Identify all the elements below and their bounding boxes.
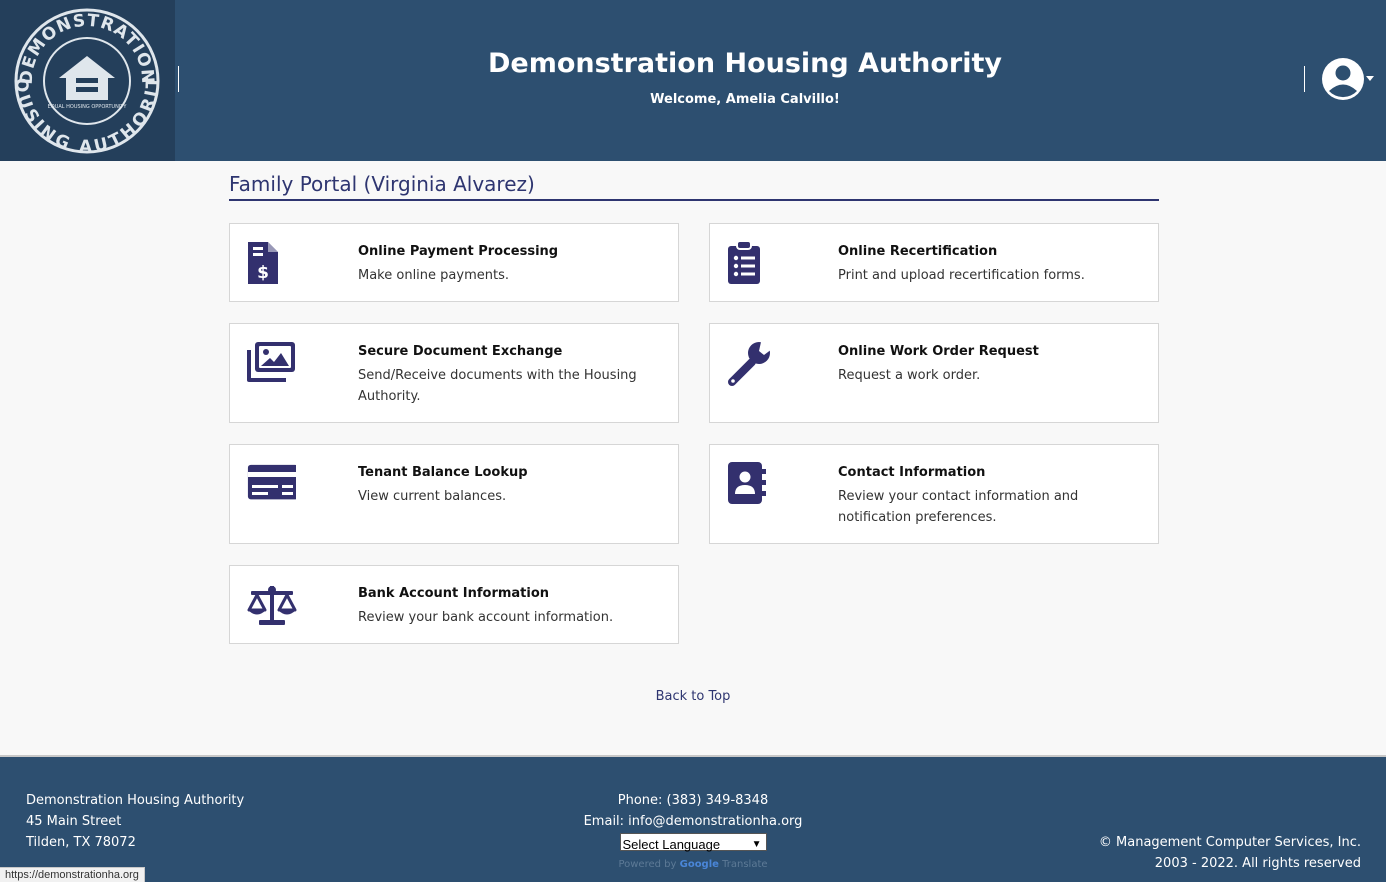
logo[interactable]: DEMONSTRATION HOUSING AUTHORITY EQUAL HO…	[0, 0, 175, 161]
svg-text:EQUAL HOUSING OPPORTUNITY: EQUAL HOUSING OPPORTUNITY	[48, 104, 128, 110]
rights-text: 2003 - 2022. All rights reserved	[1154, 856, 1361, 871]
footer-contact: Phone: (383) 349-8348 Email: info@demons…	[543, 790, 843, 872]
copyright-text: © Management Computer Services, Inc.	[1098, 835, 1361, 850]
clipboard-list-icon	[726, 240, 776, 286]
card-title: Online Work Order Request	[838, 344, 1039, 359]
footer-copyright: © Management Computer Services, Inc. 200…	[1099, 832, 1361, 874]
chevron-down-icon: ▼	[751, 839, 762, 850]
card-description: View current balances.	[358, 489, 507, 504]
card-description: Review your contact information and noti…	[838, 489, 1079, 525]
card-description: Print and upload recertification forms.	[838, 268, 1085, 283]
browser-status-url: https://demonstrationha.org	[0, 867, 145, 882]
card-description: Review your bank account information.	[358, 610, 614, 625]
translate-link[interactable]: Translate	[722, 859, 767, 870]
card-secure-document-exchange[interactable]: Secure Document Exchange Send/Receive do…	[229, 323, 679, 423]
footer-phone: Phone: (383) 349-8348	[617, 793, 769, 808]
card-title: Secure Document Exchange	[358, 344, 563, 359]
invoice-dollar-icon: $	[246, 240, 296, 286]
site-footer: Demonstration Housing Authority 45 Main …	[0, 757, 1386, 882]
page-title: Family Portal (Virginia Alvarez)	[229, 172, 535, 196]
card-contact-information[interactable]: Contact Information Review your contact …	[709, 444, 1159, 544]
card-bank-account-information[interactable]: Bank Account Information Review your ban…	[229, 565, 679, 644]
caret-down-icon	[1366, 76, 1374, 81]
site-header: DEMONSTRATION HOUSING AUTHORITY EQUAL HO…	[0, 0, 1386, 161]
card-description: Send/Receive documents with the Housing …	[358, 368, 637, 404]
card-description: Request a work order.	[838, 368, 981, 383]
address-book-icon	[726, 461, 776, 507]
credit-card-icon	[246, 461, 298, 507]
footer-org-name: Demonstration Housing Authority	[26, 793, 245, 808]
svg-text:$: $	[257, 263, 269, 283]
card-title: Contact Information	[838, 465, 986, 480]
card-online-payment[interactable]: $ Online Payment Processing Make online …	[229, 223, 679, 302]
card-title: Online Payment Processing	[358, 244, 559, 259]
header-divider-right	[1304, 66, 1305, 92]
site-title: Demonstration Housing Authority	[488, 48, 1002, 79]
title-underline	[229, 199, 1159, 201]
card-online-work-order[interactable]: Online Work Order Request Request a work…	[709, 323, 1159, 423]
card-title: Bank Account Information	[358, 586, 550, 601]
footer-city: Tilden, TX 78072	[26, 835, 136, 850]
powered-by-text: Powered by	[618, 859, 677, 870]
card-online-recertification[interactable]: Online Recertification Print and upload …	[709, 223, 1159, 302]
footer-email[interactable]: Email: info@demonstrationha.org	[543, 811, 843, 832]
wrench-icon	[726, 340, 776, 386]
header-divider-left	[178, 66, 179, 92]
language-select-value: Select Language	[622, 837, 721, 852]
google-translate-credit: Powered by Google Translate	[543, 858, 843, 872]
user-menu-button[interactable]	[1320, 56, 1380, 102]
welcome-message: Welcome, Amelia Calvillo!	[650, 92, 840, 107]
balance-scale-icon	[246, 582, 297, 628]
google-logo-text: Google	[679, 859, 719, 870]
back-to-top-link[interactable]: Back to Top	[0, 689, 1386, 704]
card-description: Make online payments.	[358, 268, 509, 283]
card-title: Tenant Balance Lookup	[358, 465, 528, 480]
footer-street: 45 Main Street	[26, 814, 122, 829]
language-select[interactable]: Select Language ▼	[619, 833, 767, 852]
card-title: Online Recertification	[838, 244, 998, 259]
housing-authority-seal-icon: DEMONSTRATION HOUSING AUTHORITY EQUAL HO…	[14, 8, 160, 154]
card-tenant-balance-lookup[interactable]: Tenant Balance Lookup View current balan…	[229, 444, 679, 544]
footer-address: Demonstration Housing Authority 45 Main …	[26, 790, 244, 853]
user-circle-icon	[1322, 58, 1374, 100]
images-icon	[246, 340, 296, 386]
